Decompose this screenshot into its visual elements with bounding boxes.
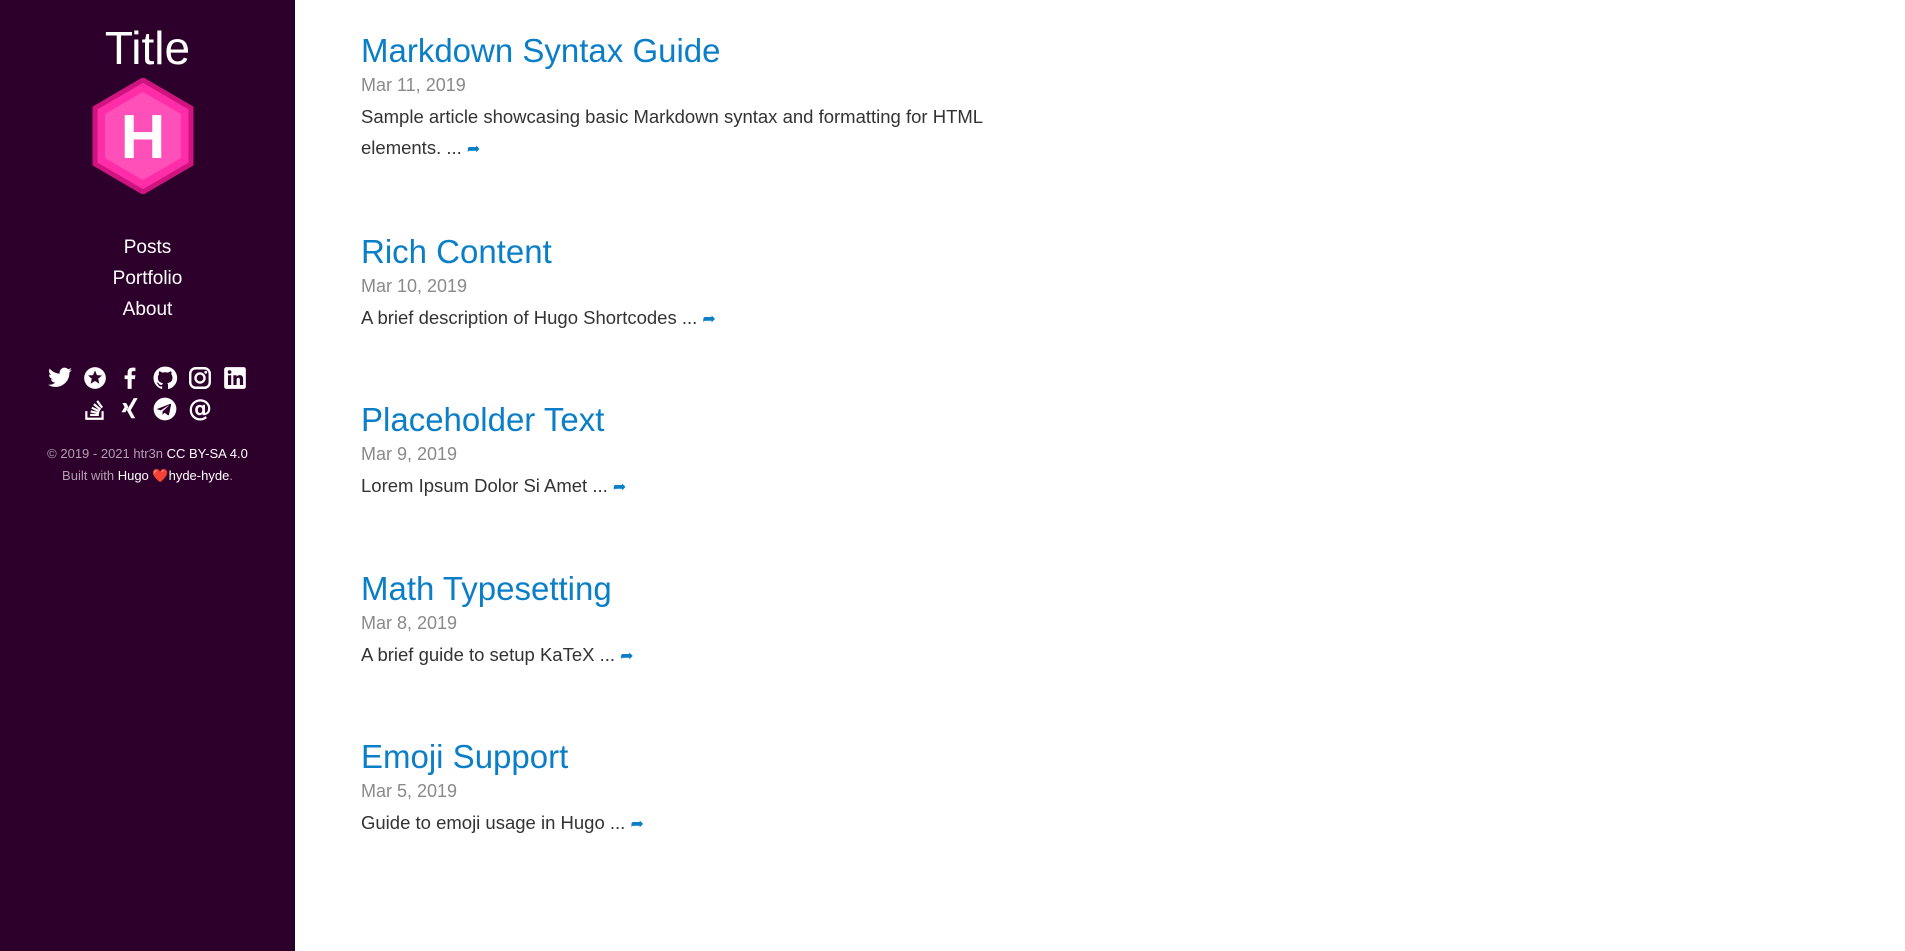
keybase-icon[interactable] [82, 365, 108, 391]
read-more-arrow-icon[interactable]: ➦ [467, 141, 480, 158]
hugo-logo-icon[interactable]: H [91, 78, 195, 194]
post-item: Markdown Syntax Guide Mar 11, 2019 Sampl… [361, 31, 1081, 165]
theme-link[interactable]: hyde-hyde [169, 468, 230, 483]
sidebar-footer: © 2019 - 2021 htr3n CC BY-SA 4.0 Built w… [40, 443, 255, 487]
post-date: Mar 5, 2019 [361, 781, 458, 801]
license-link[interactable]: CC BY-SA 4.0 [167, 446, 248, 461]
sidebar: Title H Posts Portfolio About @ © 2019 -… [0, 0, 295, 951]
site-title[interactable]: Title [0, 22, 295, 74]
footer-period: . [229, 468, 233, 483]
sidebar-nav: Posts Portfolio About [0, 232, 295, 325]
read-more-arrow-icon[interactable]: ➦ [620, 648, 633, 665]
email-at-icon[interactable]: @ [187, 396, 213, 422]
read-more-arrow-icon[interactable]: ➦ [613, 479, 626, 496]
post-summary: Lorem Ipsum Dolor Si Amet ... ➦ [361, 470, 1061, 503]
post-summary: A brief guide to setup KaTeX ... ➦ [361, 639, 1061, 672]
post-date: Mar 11, 2019 [361, 75, 466, 95]
post-title-link[interactable]: Emoji Support [361, 737, 1081, 777]
post-title-link[interactable]: Placeholder Text [361, 400, 1081, 440]
nav-item-about[interactable]: About [0, 294, 295, 325]
post-item: Emoji Support Mar 5, 2019 Guide to emoji… [361, 737, 1081, 840]
hugo-link[interactable]: Hugo [118, 468, 149, 483]
nav-item-portfolio[interactable]: Portfolio [0, 263, 295, 294]
post-date: Mar 8, 2019 [361, 613, 458, 633]
social-links: @ [0, 362, 295, 424]
stackoverflow-icon[interactable] [82, 396, 108, 422]
post-summary: A brief description of Hugo Shortcodes .… [361, 302, 1061, 335]
post-title-link[interactable]: Rich Content [361, 232, 1081, 272]
telegram-icon[interactable] [152, 396, 178, 422]
instagram-icon[interactable] [187, 365, 213, 391]
github-icon[interactable] [152, 365, 178, 391]
linkedin-icon[interactable] [222, 365, 248, 391]
post-summary-text: A brief guide to setup KaTeX ... [361, 644, 616, 665]
post-title-link[interactable]: Markdown Syntax Guide [361, 31, 1081, 71]
post-item: Math Typesetting Mar 8, 2019 A brief gui… [361, 569, 1081, 672]
post-date: Mar 10, 2019 [361, 276, 468, 296]
post-item: Rich Content Mar 10, 2019 A brief descri… [361, 232, 1081, 335]
post-summary-text: Sample article showcasing basic Markdown… [361, 106, 983, 158]
copyright-text: © 2019 - 2021 htr3n [47, 446, 163, 461]
nav-item-posts[interactable]: Posts [0, 232, 295, 263]
facebook-icon[interactable] [117, 365, 143, 391]
xing-icon[interactable] [117, 396, 143, 422]
post-summary-text: A brief description of Hugo Shortcodes .… [361, 307, 698, 328]
svg-text:@: @ [188, 396, 212, 422]
post-summary-text: Guide to emoji usage in Hugo ... [361, 812, 626, 833]
post-summary-text: Lorem Ipsum Dolor Si Amet ... [361, 475, 608, 496]
post-summary: Guide to emoji usage in Hugo ... ➦ [361, 807, 1061, 840]
heart-icon: ❤️ [152, 468, 169, 483]
post-summary: Sample article showcasing basic Markdown… [361, 101, 1061, 165]
post-title-link[interactable]: Math Typesetting [361, 569, 1081, 609]
read-more-arrow-icon[interactable]: ➦ [630, 816, 643, 833]
read-more-arrow-icon[interactable]: ➦ [702, 311, 715, 328]
post-item: Placeholder Text Mar 9, 2019 Lorem Ipsum… [361, 400, 1081, 503]
built-with-text: Built with [62, 468, 115, 483]
twitter-icon[interactable] [47, 365, 73, 391]
svg-text:H: H [121, 103, 166, 172]
post-date: Mar 9, 2019 [361, 444, 458, 464]
